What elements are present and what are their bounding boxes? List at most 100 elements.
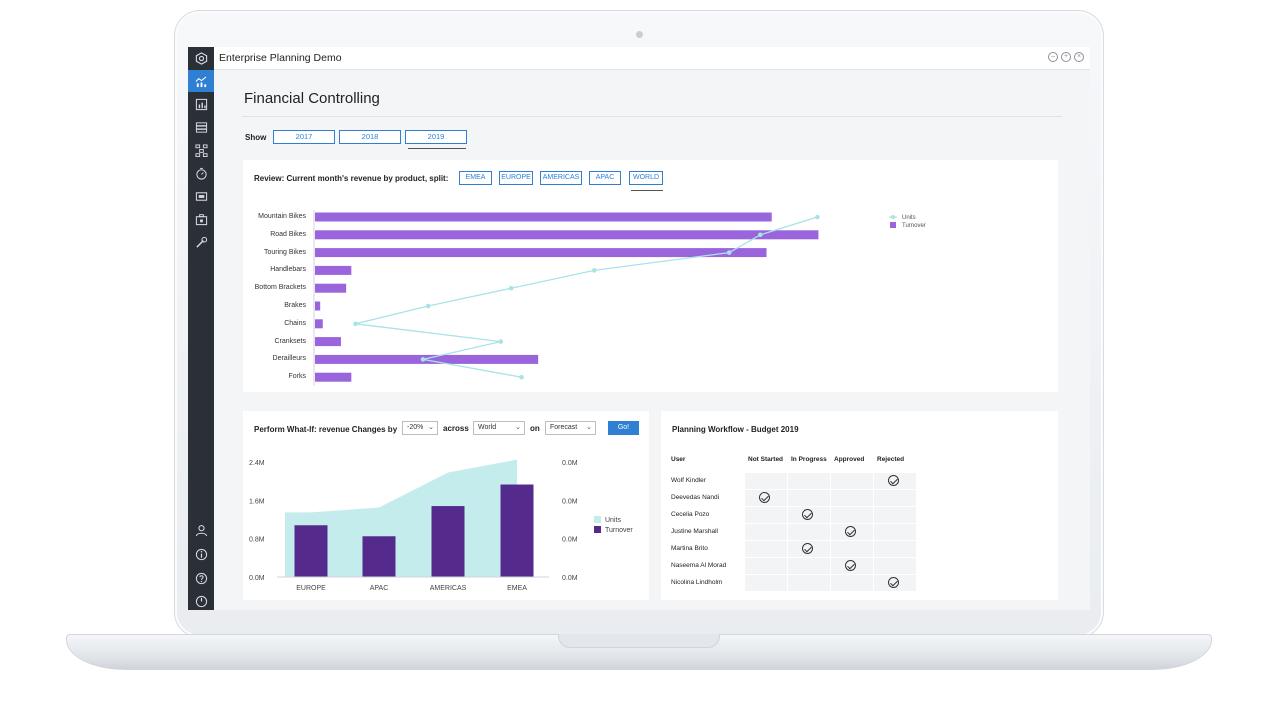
workflow-status-cell[interactable] <box>745 541 787 557</box>
workflow-column-header: User <box>671 456 686 463</box>
units-point[interactable] <box>758 232 763 238</box>
year-button-2018[interactable]: 2018 <box>339 130 401 144</box>
workflow-status-cell[interactable] <box>745 575 787 591</box>
check-circle-icon <box>802 543 813 554</box>
workflow-status-cell[interactable] <box>745 507 787 523</box>
units-legend-label: Units <box>605 517 621 524</box>
check-circle-icon <box>845 526 856 537</box>
workflow-status-cell[interactable] <box>831 575 873 591</box>
units-point[interactable] <box>591 268 597 273</box>
units-point[interactable] <box>498 339 504 344</box>
turnover-bar[interactable] <box>431 506 465 577</box>
workflow-column-header: Approved <box>834 456 865 463</box>
turnover-bar[interactable] <box>294 525 328 577</box>
review-card: Review: Current month's revenue by produ… <box>243 160 1058 392</box>
bar-chart-icon[interactable] <box>188 70 214 92</box>
turnover-legend-swatch <box>890 222 896 228</box>
year-button-2017[interactable]: 2017 <box>273 130 335 144</box>
turnover-legend-label: Turnover <box>902 223 926 229</box>
workflow-status-cell[interactable] <box>745 558 787 574</box>
sidebar <box>188 47 214 610</box>
y-tick-label: 2.4M <box>249 460 265 467</box>
workflow-column-header: Not Started <box>748 456 784 463</box>
workflow-column-header: Rejected <box>877 456 905 463</box>
check-circle-icon <box>888 577 899 588</box>
info-icon[interactable] <box>188 543 214 565</box>
close-icon[interactable]: × <box>1074 52 1084 62</box>
turnover-bar[interactable] <box>315 248 767 258</box>
year-button-2019[interactable]: 2019 <box>405 130 467 144</box>
units-point[interactable] <box>519 374 524 380</box>
units-point[interactable] <box>425 303 431 309</box>
turnover-bar[interactable] <box>500 484 534 577</box>
workflow-status-cell[interactable] <box>874 558 916 574</box>
workflow-status-cell[interactable] <box>874 507 916 523</box>
turnover-bar[interactable] <box>315 337 341 347</box>
workflow-user-name: Justine Marshall <box>671 528 718 535</box>
y-tick-label: 0.8M <box>249 537 265 544</box>
turnover-bar[interactable] <box>315 265 352 275</box>
workflow-user-name: Deevedas Nandi <box>671 494 720 501</box>
units-legend-swatch <box>594 516 601 523</box>
workflow-status-cell[interactable] <box>831 490 873 506</box>
x-tick-label: AMERICAS <box>430 585 467 592</box>
workflow-status-cell[interactable] <box>874 541 916 557</box>
workflow-status-cell[interactable] <box>788 473 830 489</box>
workflow-user-name: Wolf Kindler <box>671 477 706 484</box>
laptop-mockup: Enterprise Planning Demo – + × Financial… <box>0 0 1280 720</box>
check-circle-icon <box>759 492 770 503</box>
workflow-status-cell[interactable] <box>788 524 830 540</box>
units-legend-swatch <box>891 215 895 219</box>
turnover-bar[interactable] <box>362 536 396 577</box>
turnover-bar[interactable] <box>315 230 819 240</box>
power-icon[interactable] <box>188 590 214 610</box>
turnover-bar[interactable] <box>315 319 323 329</box>
turnover-bar[interactable] <box>315 301 321 311</box>
y-tick-label: 0.0M <box>249 575 265 582</box>
briefcase-icon[interactable] <box>188 208 214 230</box>
product-revenue-chart: Units Turnover <box>313 210 926 386</box>
turnover-bar[interactable] <box>315 283 347 293</box>
maximize-icon[interactable]: + <box>1061 52 1071 62</box>
y2-tick-label: 0.0M <box>562 575 578 582</box>
workflow-status-cell[interactable] <box>788 575 830 591</box>
units-point[interactable] <box>815 214 820 220</box>
workflow-status-cell[interactable] <box>788 558 830 574</box>
list-icon[interactable] <box>188 116 214 138</box>
workflow-user-name: Cecelia Pozo <box>671 511 710 518</box>
workflow-status-cell[interactable] <box>874 490 916 506</box>
workflow-status-cell[interactable] <box>831 507 873 523</box>
tv-icon[interactable] <box>188 185 214 207</box>
turnover-bar[interactable] <box>315 372 352 382</box>
x-tick-label: EUROPE <box>296 585 326 592</box>
chart-legend: Units Turnover <box>889 215 926 229</box>
turnover-bar[interactable] <box>315 212 772 222</box>
hierarchy-icon[interactable] <box>188 139 214 161</box>
report-icon[interactable] <box>188 93 214 115</box>
turnover-legend-swatch <box>594 526 601 533</box>
title-divider <box>242 116 1062 117</box>
units-point[interactable] <box>353 321 358 327</box>
workflow-status-cell[interactable] <box>831 473 873 489</box>
workflow-status-cell[interactable] <box>874 524 916 540</box>
timer-icon[interactable] <box>188 162 214 184</box>
workflow-status-cell[interactable] <box>831 541 873 557</box>
minimize-icon[interactable]: – <box>1048 52 1058 62</box>
hexagon-logo-icon[interactable] <box>188 47 214 69</box>
units-point[interactable] <box>508 285 514 291</box>
workflow-card: Planning Workflow - Budget 2019 User Not … <box>661 411 1058 600</box>
app-title: Enterprise Planning Demo <box>219 52 342 64</box>
workflow-status-cell[interactable] <box>788 490 830 506</box>
wrench-icon[interactable] <box>188 231 214 253</box>
workflow-user-name: Naseema Al Morad <box>671 562 727 569</box>
whatif-chart: 0.0M 0.8M 1.6M 2.4M 0.0M 0.0M 0.0M 0.0M EUROPE AP… <box>249 459 633 592</box>
units-point[interactable] <box>726 250 732 255</box>
check-circle-icon <box>845 560 856 571</box>
workflow-status-cell[interactable] <box>745 524 787 540</box>
help-icon[interactable] <box>188 567 214 589</box>
user-icon[interactable] <box>188 519 214 541</box>
turnover-legend-label: Turnover <box>605 527 633 534</box>
workflow-user-name: Nicolina Lindholm <box>671 579 723 586</box>
units-point[interactable] <box>420 357 426 362</box>
workflow-status-cell[interactable] <box>745 473 787 489</box>
